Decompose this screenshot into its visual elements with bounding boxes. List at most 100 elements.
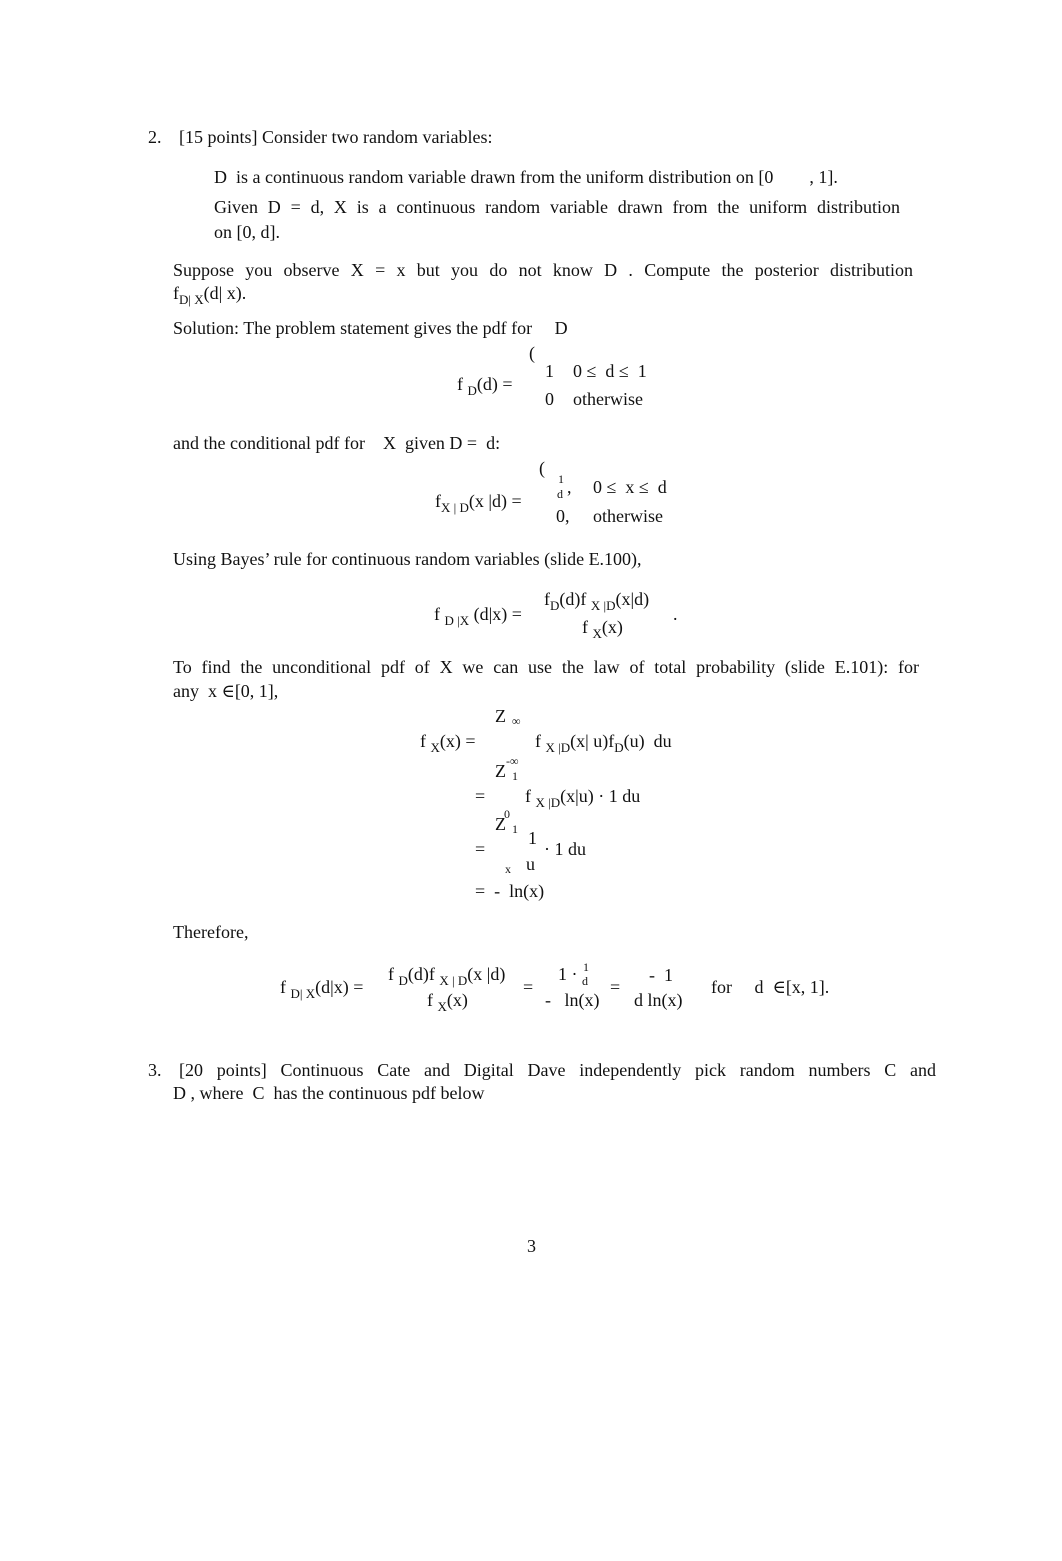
fraction1-numerator: f D(d)f X | D(x |d) <box>388 964 506 987</box>
equation-lhs: f X(x) = <box>420 731 476 754</box>
result: = - ln(x) <box>475 881 545 901</box>
term: (x) <box>446 990 468 1010</box>
equation-lhs: f D |X (d|x) = <box>434 604 522 627</box>
domain-condition: for d ∈[x, 1]. <box>711 977 830 997</box>
argument: (x |d) = <box>468 491 522 511</box>
equation-lhs: fX | D(x |d) = <box>435 491 522 514</box>
subscript: D| X <box>290 986 316 1001</box>
subscript: X |D <box>545 740 571 755</box>
integral-upper-limit: 1 <box>512 822 518 836</box>
f-symbol: f <box>535 731 541 751</box>
argument: (d| x). <box>203 283 247 303</box>
subscript: D <box>614 740 624 755</box>
fraction2-numerator: 1 · <box>558 964 578 984</box>
fraction3-numerator: - 1 <box>649 965 673 985</box>
brace: ( <box>529 343 535 363</box>
f-symbol: f <box>525 786 531 806</box>
equals: = <box>475 786 486 806</box>
case1-condition: 0 ≤ d ≤ 1 <box>573 361 647 381</box>
term: (x| u)f <box>570 731 615 751</box>
fraction-numerator: 1 <box>528 828 537 848</box>
subscript: X |D <box>535 795 561 810</box>
page-number: 3 <box>527 1236 536 1256</box>
f-symbol: f <box>420 731 426 751</box>
case2-condition: otherwise <box>593 506 663 526</box>
term: (d)f <box>407 964 435 984</box>
subscript: D| X <box>179 292 204 307</box>
f-symbol: f <box>388 964 394 984</box>
equals: = <box>610 977 621 997</box>
fraction3-denominator: d ln(x) <box>634 990 683 1010</box>
fraction-denominator: u <box>526 854 535 874</box>
period: . <box>673 604 678 624</box>
subscript: X | D <box>441 500 469 515</box>
case1-condition: 0 ≤ x ≤ d <box>593 477 667 497</box>
fraction1-denominator: f X(x) <box>427 990 468 1013</box>
problem-statement: [15 points] Consider two random variable… <box>179 127 493 147</box>
document-page: { "problem2": { "number": "2.", "points"… <box>0 0 1062 1561</box>
integral-sign: Z <box>495 814 506 834</box>
argument: (d|x) = <box>315 977 364 997</box>
equals: = <box>475 839 486 859</box>
fraction-denominator: d <box>557 487 563 501</box>
inner-fraction-numerator: 1 <box>583 960 589 974</box>
total-prob-line2: any x ∈[0, 1], <box>173 681 279 701</box>
term: (d)f <box>559 589 587 609</box>
subscript: X |D <box>590 598 616 613</box>
case1-value: 1 <box>545 361 554 381</box>
conditional-intro: and the conditional pdf for X given D = … <box>173 433 501 453</box>
bullet-x-definition-line2: on [0, d]. <box>214 222 280 242</box>
term: (x |d) <box>467 964 506 984</box>
subscript: X <box>430 740 440 755</box>
comma: , <box>567 477 572 497</box>
brace: ( <box>539 458 545 478</box>
integral-sign: Z <box>495 761 506 781</box>
integral-lower-limit: -∞ <box>506 754 519 768</box>
integral-sign: Z <box>495 706 506 726</box>
subscript: D <box>550 598 560 613</box>
argument: (d|x) = <box>473 604 522 624</box>
problem-statement-line2: D , where C has the continuous pdf below <box>173 1083 485 1103</box>
f-symbol: f <box>434 604 440 624</box>
equals: = <box>523 977 534 997</box>
total-prob-line1: To find the unconditional pdf of X we ca… <box>173 657 919 677</box>
equation-lhs: f D| X(d|x) = <box>280 977 364 1000</box>
question-line1: Suppose you observe X = x but you do not… <box>173 260 913 280</box>
integrand: f X |D(x| u)fD(u) du <box>535 731 672 754</box>
bullet-d-definition: D is a continuous random variable drawn … <box>214 167 838 187</box>
case2-value: 0, <box>556 506 570 526</box>
f-symbol: f <box>457 374 463 394</box>
integrand: f X |D(x|u) · 1 du <box>525 786 641 809</box>
f-symbol: f <box>427 990 433 1010</box>
problem-number: 2. <box>148 127 162 147</box>
subscript: D <box>398 973 408 988</box>
term: (u) du <box>623 731 672 751</box>
integral-lower-limit: x <box>505 862 511 876</box>
bayes-intro: Using Bayes’ rule for continuous random … <box>173 549 642 569</box>
inner-fraction-denominator: d <box>582 974 588 988</box>
problem-number: 3. <box>148 1060 162 1080</box>
term: (x) <box>601 617 623 637</box>
fraction-denominator: f X(x) <box>582 617 623 640</box>
subscript: X <box>592 626 602 641</box>
integrand-rest: · 1 du <box>544 839 586 859</box>
subscript: X <box>437 999 447 1014</box>
integral-upper-limit: 1 <box>512 769 518 783</box>
argument: (d) = <box>476 374 513 394</box>
question-line2: fD| X(d| x). <box>173 283 247 306</box>
problem-statement-line1: [20 points] Continuous Cate and Digital … <box>179 1060 936 1080</box>
term: (x|u) · 1 du <box>560 786 641 806</box>
subscript: D |X <box>444 613 470 628</box>
term: (x|d) <box>615 589 650 609</box>
subscript: X | D <box>439 973 468 988</box>
subscript: D <box>467 383 477 398</box>
equation-lhs: f D(d) = <box>457 374 513 397</box>
therefore: Therefore, <box>173 922 249 942</box>
bullet-x-definition-line1: Given D = d, X is a continuous random va… <box>214 197 900 217</box>
argument: (x) = <box>439 731 476 751</box>
f-symbol: f <box>582 617 588 637</box>
solution-intro: Solution: The problem statement gives th… <box>173 318 568 338</box>
f-symbol: f <box>280 977 286 997</box>
fraction2-denominator: - ln(x) <box>545 990 600 1010</box>
case2-condition: otherwise <box>573 389 643 409</box>
